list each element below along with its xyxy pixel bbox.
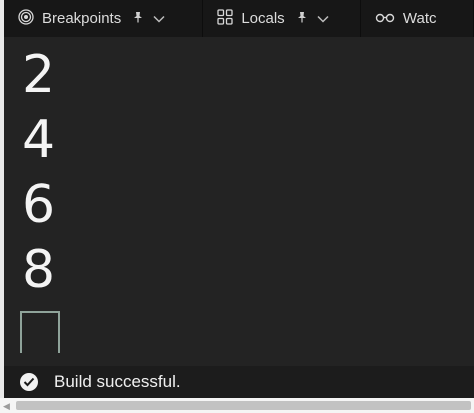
pin-icon[interactable] [297,11,307,26]
status-text: Build successful. [54,372,181,391]
pin-icon[interactable] [133,11,143,26]
horizontal-scrollbar[interactable]: ◀ [0,398,474,413]
tab-breakpoints[interactable]: Breakpoints [4,0,204,37]
chevron-down-icon[interactable] [153,10,165,27]
check-circle-icon [20,373,38,391]
scrollbar-thumb[interactable] [16,401,471,410]
tab-label: Locals [241,10,285,27]
panel-tab-bar: Breakpoints Locals Watc [4,0,474,37]
breakpoints-icon [18,8,34,29]
output-line: 2 [22,45,56,105]
glasses-icon [375,10,395,27]
chevron-down-icon[interactable] [317,10,329,27]
output-line: 6 [22,175,56,235]
tab-label: Watc [402,10,437,27]
tab-watch[interactable]: Watc [361,0,474,37]
tab-locals[interactable]: Locals [203,0,361,37]
output-line: 8 [22,240,56,300]
output-line: 4 [22,110,56,170]
scroll-left-icon[interactable]: ◀ [3,401,10,412]
input-cursor [20,311,60,353]
grid-icon [217,8,233,29]
console-output[interactable]: 2 4 6 8 [4,37,474,367]
status-bar: Build successful. [4,366,474,398]
tab-label: Breakpoints [42,10,122,27]
debug-window: Breakpoints Locals Watc 2 4 6 8 Build su… [0,0,474,413]
